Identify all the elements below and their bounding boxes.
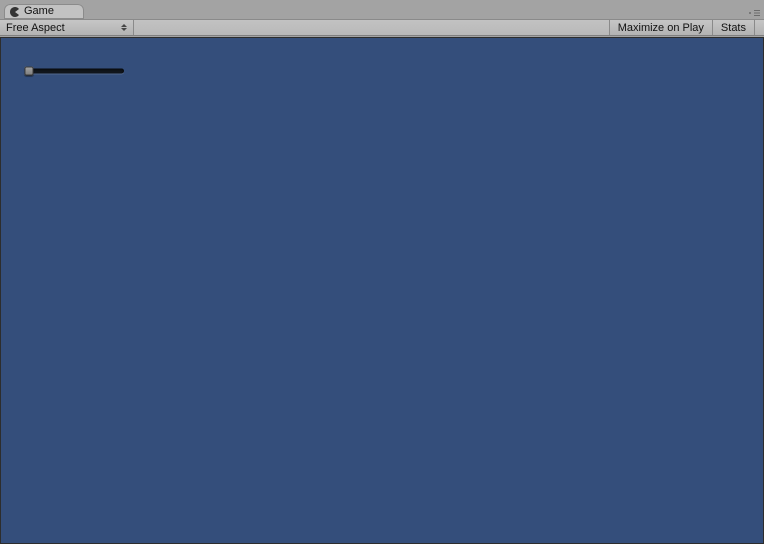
horizontal-slider[interactable] (26, 66, 126, 76)
slider-track (28, 69, 124, 74)
pacman-icon (10, 7, 20, 17)
slider-thumb[interactable] (25, 67, 34, 76)
gizmos-slot[interactable] (754, 20, 764, 35)
stats-label: Stats (721, 22, 746, 34)
maximize-on-play-label: Maximize on Play (618, 22, 704, 34)
aspect-dropdown[interactable]: Free Aspect (0, 20, 134, 35)
game-window: Game Free Aspect Maximize on Play Stats (0, 0, 764, 544)
game-tab[interactable]: Game (4, 4, 84, 19)
stats-button[interactable]: Stats (712, 20, 754, 35)
toolbar-spacer (134, 20, 609, 35)
tab-label: Game (24, 4, 54, 19)
aspect-dropdown-label: Free Aspect (6, 22, 65, 34)
game-toolbar: Free Aspect Maximize on Play Stats (0, 19, 764, 36)
maximize-on-play-button[interactable]: Maximize on Play (609, 20, 712, 35)
game-viewport[interactable] (0, 37, 764, 544)
tab-strip: Game (0, 0, 764, 19)
updown-icon (121, 23, 127, 33)
panel-options-icon[interactable] (748, 10, 760, 16)
